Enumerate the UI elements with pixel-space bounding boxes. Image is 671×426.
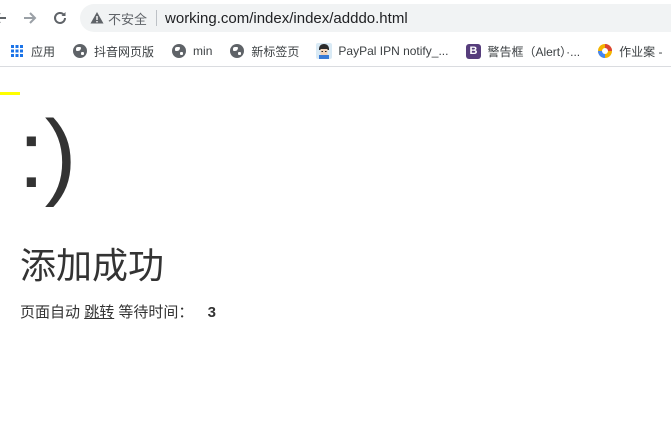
accent-bar: [0, 92, 20, 95]
success-title: 添加成功: [20, 245, 165, 286]
forward-arrow-icon: [24, 12, 37, 24]
bookmark-label: min: [193, 44, 213, 58]
page-content: :) 添加成功 页面自动 跳转 等待时间： 3: [0, 67, 671, 426]
colorful-logo-icon: [597, 43, 613, 59]
wait-countdown: 3: [207, 304, 216, 321]
security-indicator[interactable]: 不安全: [90, 9, 147, 28]
bookmark-label: 作业案 -: [619, 44, 663, 59]
bookmark-label: PayPal IPN notify_...: [338, 44, 449, 58]
wait-label: 等待时间：: [118, 304, 194, 321]
bookmark-homework[interactable]: 作业案 -: [597, 43, 662, 60]
url-separator: [156, 10, 158, 26]
reload-button[interactable]: [46, 4, 74, 32]
bookmark-label: 抖音网页版: [94, 44, 155, 59]
warning-triangle-icon: [90, 12, 104, 24]
redirect-notice: 页面自动 跳转 等待时间： 3: [20, 301, 216, 322]
globe-icon: [171, 43, 187, 59]
url-text[interactable]: working.com/index/index/adddo.html: [165, 10, 408, 27]
address-bar[interactable]: 不安全 working.com/index/index/adddo.html: [80, 4, 671, 32]
bookmark-apps[interactable]: 应用: [9, 43, 55, 60]
globe-icon: [72, 43, 88, 59]
apps-grid-icon: [9, 43, 25, 59]
globe-icon: [229, 43, 245, 59]
bookmark-label: 应用: [31, 44, 56, 59]
bookmark-min[interactable]: min: [171, 43, 212, 59]
back-button[interactable]: [0, 4, 14, 32]
reload-icon: [54, 11, 66, 24]
bookmarks-bar: 应用 抖音网页版 min 新标签页 PayPal IPN notify_... …: [0, 36, 671, 66]
avatar-icon: [316, 43, 333, 59]
back-arrow-icon: [0, 13, 6, 23]
forward-button[interactable]: [16, 4, 44, 32]
bookmark-label: 警告框（Alert）·...: [487, 44, 581, 59]
bootstrap-icon: B: [465, 43, 481, 59]
bookmark-douyin[interactable]: 抖音网页版: [72, 43, 154, 60]
jump-prefix: 页面自动: [20, 304, 81, 321]
bookmark-label: 新标签页: [251, 44, 300, 59]
bookmark-alert[interactable]: B 警告框（Alert）·...: [465, 43, 580, 60]
smiley-face: :): [18, 101, 77, 208]
security-label: 不安全: [108, 11, 148, 27]
bookmark-new-tab[interactable]: 新标签页: [229, 43, 299, 60]
browser-toolbar: 不安全 working.com/index/index/adddo.html: [0, 0, 671, 36]
bookmark-paypal-ipn[interactable]: PayPal IPN notify_...: [316, 43, 448, 59]
jump-link[interactable]: 跳转: [84, 304, 114, 321]
